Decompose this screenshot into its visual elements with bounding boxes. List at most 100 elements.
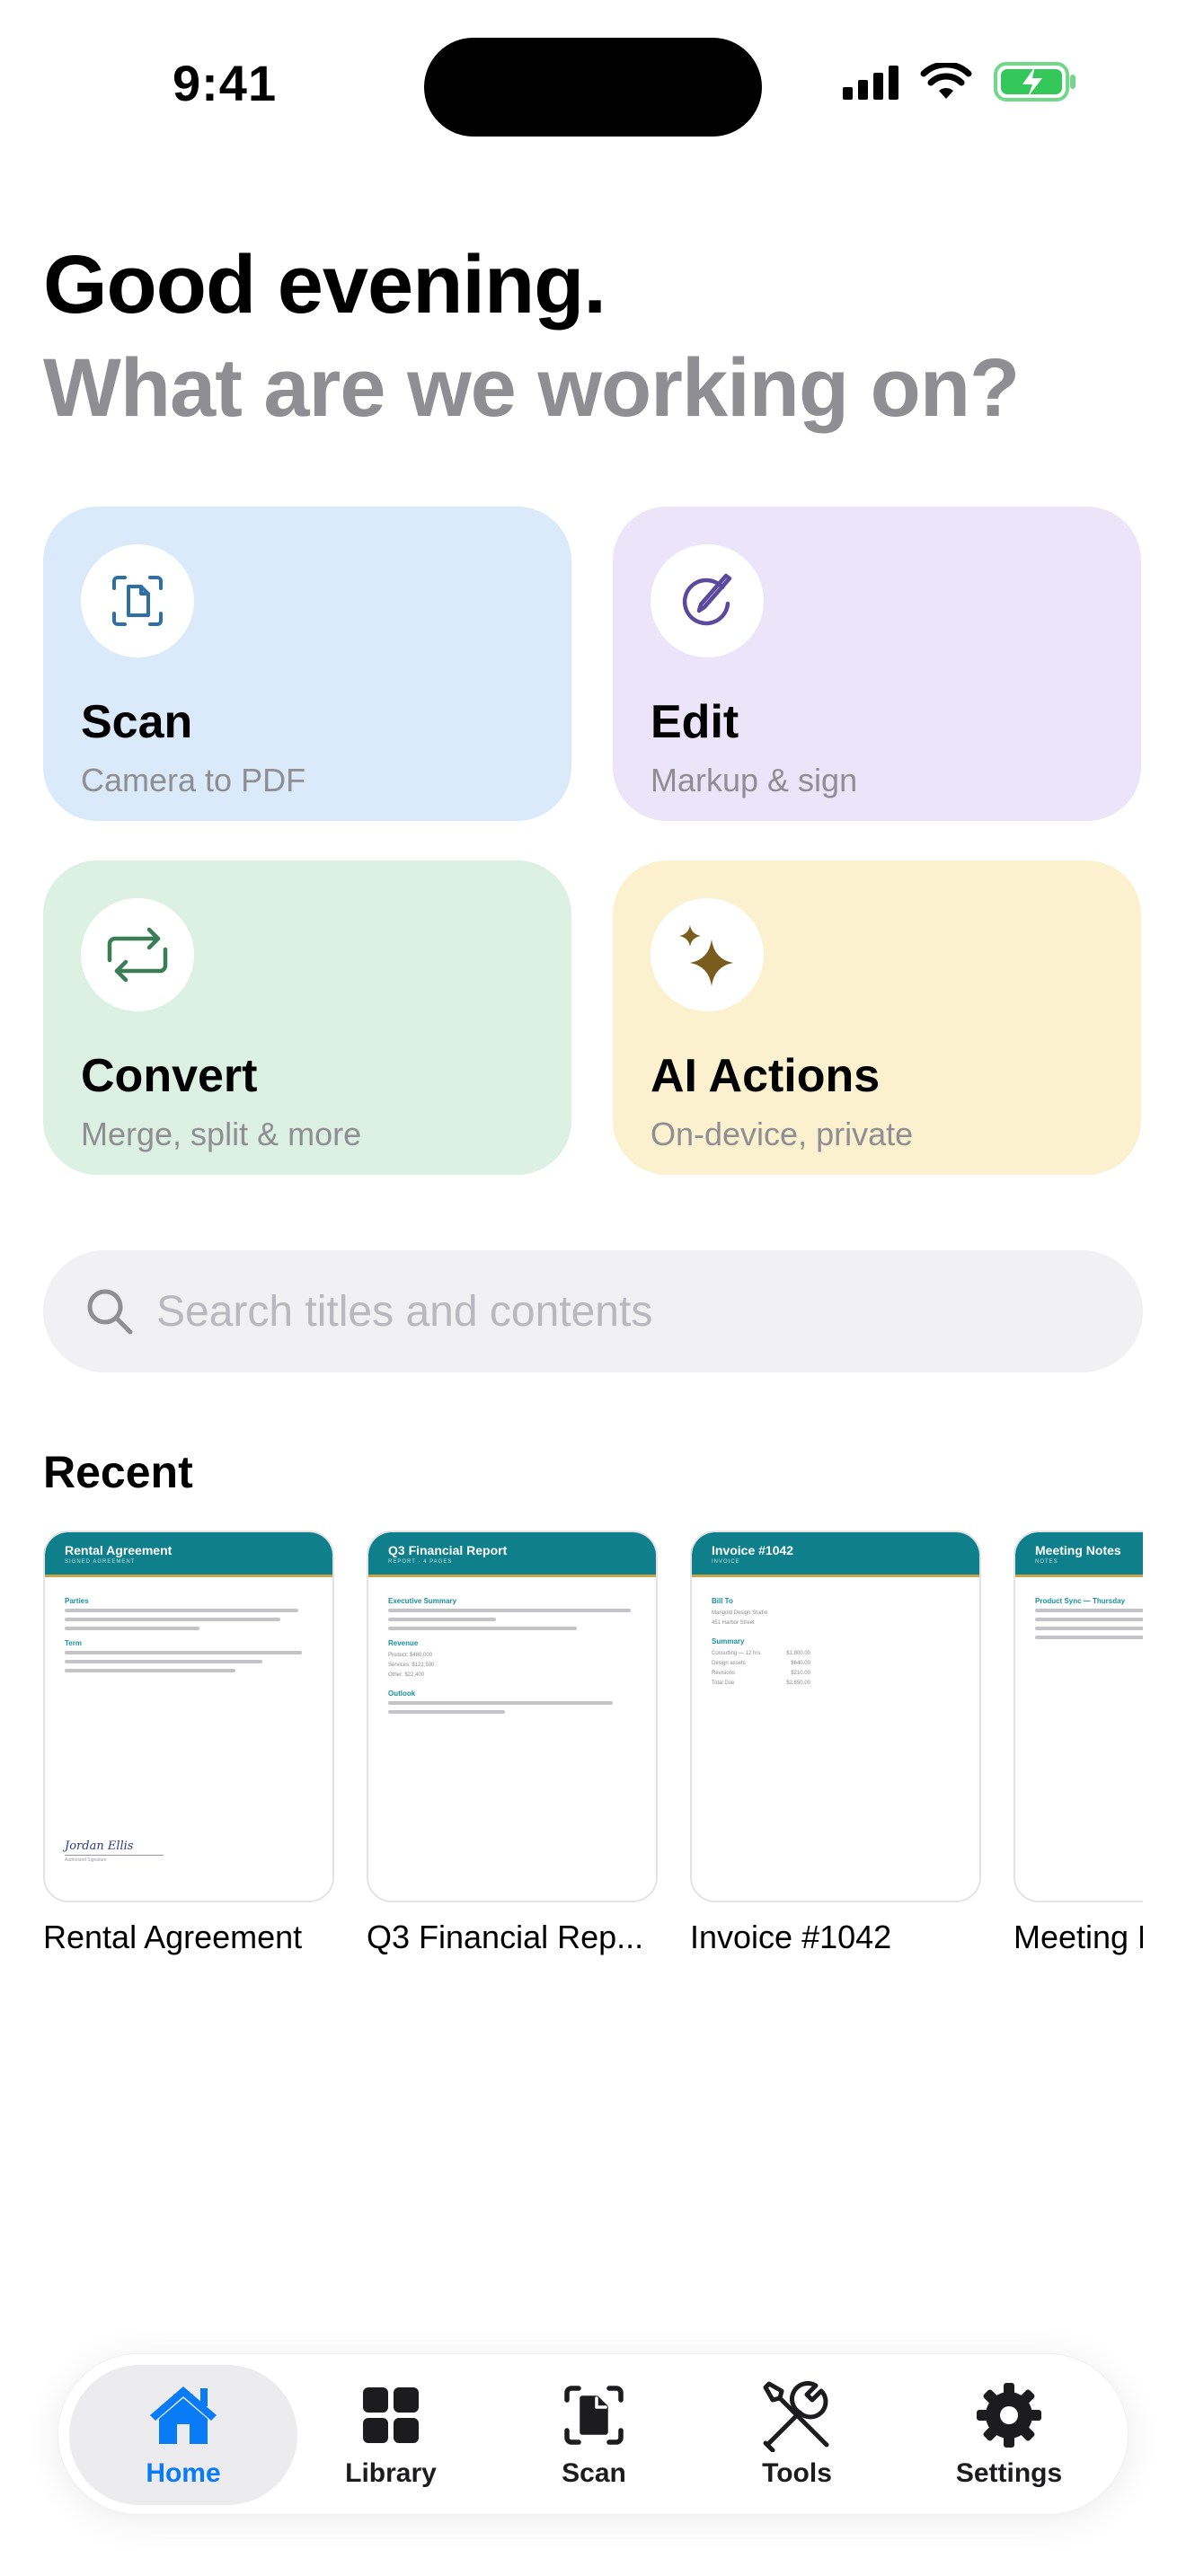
thumbnail-section: Executive Summary bbox=[388, 1597, 457, 1605]
thumbnail-header: Meeting Notes NOTES bbox=[1015, 1532, 1143, 1577]
recent-document-meeting-notes[interactable]: Meeting Notes NOTES Product Sync — Thurs… bbox=[1013, 1531, 1143, 1956]
thumbnail-signature: Jordan Ellis Authorized Signature bbox=[65, 1839, 164, 1863]
gear-icon bbox=[977, 2383, 1041, 2448]
recent-document-invoice-1042[interactable]: Invoice #1042 INVOICE Bill To Marigold D… bbox=[690, 1531, 981, 1956]
action-title: Scan bbox=[81, 696, 193, 748]
invoice-line-amount: $1,800.00 bbox=[786, 1651, 810, 1656]
search-icon bbox=[87, 1289, 133, 1335]
thumbnail-subtitle: INVOICE bbox=[712, 1559, 740, 1565]
document-thumbnail[interactable]: Rental Agreement SIGNED AGREEMENT Partie… bbox=[43, 1531, 334, 1902]
wifi-icon bbox=[920, 63, 972, 99]
tab-scan[interactable]: Scan bbox=[513, 2365, 675, 2505]
grid-icon bbox=[363, 2387, 419, 2443]
action-subtitle: Merge, split & more bbox=[81, 1116, 362, 1152]
document-name: Meeting Notes bbox=[1013, 1919, 1143, 1955]
tab-label: Settings bbox=[955, 2458, 1063, 2488]
invoice-line-amount: $640.00 bbox=[791, 1661, 810, 1666]
greeting-subtitle: What are we working on? bbox=[43, 342, 1020, 434]
greeting: Good evening. What are we working on? bbox=[43, 235, 1143, 442]
action-subtitle: Camera to PDF bbox=[81, 762, 306, 798]
action-card-ai-actions[interactable]: AI Actions On-device, private bbox=[613, 860, 1141, 1175]
tab-label: Tools bbox=[762, 2458, 832, 2488]
thumbnail-figure: Other: $22,400 bbox=[388, 1672, 425, 1678]
action-icon-circle bbox=[651, 898, 764, 1011]
action-card-convert[interactable]: Convert Merge, split & more bbox=[43, 860, 571, 1175]
action-title: AI Actions bbox=[651, 1050, 881, 1102]
recent-documents-strip[interactable]: Rental Agreement SIGNED AGREEMENT Partie… bbox=[43, 1531, 1143, 1962]
signature-text: Jordan Ellis bbox=[65, 1839, 134, 1853]
invoice-line: Revisions $210.00 bbox=[712, 1669, 810, 1679]
invoice-line-label: Total Due bbox=[712, 1681, 735, 1686]
thumbnail-title: Rental Agreement bbox=[65, 1543, 173, 1557]
dynamic-island bbox=[424, 38, 762, 137]
thumbnail-section: Summary bbox=[712, 1637, 745, 1645]
invoice-line: Total Due $2,650.00 bbox=[712, 1679, 810, 1689]
invoice-line: Consulting — 12 hrs $1,800.00 bbox=[712, 1649, 810, 1659]
recent-document-q3-financial-report[interactable]: Q3 Financial Report REPORT · 4 PAGES Exe… bbox=[367, 1531, 658, 1956]
recent-document-rental-agreement[interactable]: Rental Agreement SIGNED AGREEMENT Partie… bbox=[43, 1531, 334, 1956]
thumbnail-title: Invoice #1042 bbox=[712, 1543, 794, 1557]
cellular-signal-icon bbox=[843, 64, 898, 100]
thumbnail-section: Term bbox=[65, 1639, 82, 1647]
thumbnail-header: Q3 Financial Report REPORT · 4 PAGES bbox=[368, 1532, 656, 1577]
thumbnail-section: Revenue bbox=[388, 1639, 419, 1647]
thumbnail-section: Outlook bbox=[388, 1689, 416, 1698]
document-name: Q3 Financial Rep... bbox=[367, 1919, 644, 1955]
action-icon-circle bbox=[651, 544, 764, 657]
thumbnail-body: Product Sync — Thursday bbox=[1015, 1577, 1143, 1664]
action-icon-circle bbox=[81, 544, 194, 657]
signature-caption: Authorized Signature bbox=[65, 1857, 107, 1863]
invoice-line-label: Consulting — 12 hrs bbox=[712, 1651, 761, 1656]
action-subtitle: Markup & sign bbox=[651, 762, 858, 798]
invoice-line: Design assets $640.00 bbox=[712, 1659, 810, 1669]
search-bar[interactable] bbox=[43, 1250, 1143, 1372]
status-bar: 9:41 bbox=[0, 0, 1186, 153]
sparkles-icon bbox=[679, 925, 733, 986]
tab-library[interactable]: Library bbox=[310, 2365, 472, 2505]
invoice-line-label: Design assets bbox=[712, 1661, 746, 1666]
thumbnail-title: Meeting Notes bbox=[1035, 1543, 1121, 1557]
action-card-edit[interactable]: Edit Markup & sign bbox=[613, 507, 1141, 821]
document-thumbnail[interactable]: Meeting Notes NOTES Product Sync — Thurs… bbox=[1013, 1531, 1143, 1902]
status-icons bbox=[843, 61, 1078, 102]
thumbnail-subtitle: SIGNED AGREEMENT bbox=[65, 1559, 136, 1565]
status-time: 9:41 bbox=[173, 55, 278, 111]
invoice-line-amount: $210.00 bbox=[791, 1671, 810, 1676]
action-title: Edit bbox=[651, 696, 739, 748]
action-card-scan[interactable]: Scan Camera to PDF bbox=[43, 507, 571, 821]
tab-label: Home bbox=[146, 2458, 221, 2488]
thumbnail-header: Rental Agreement SIGNED AGREEMENT bbox=[45, 1532, 332, 1577]
invoice-line-label: Revisions bbox=[712, 1671, 736, 1676]
pen-circle-icon bbox=[682, 573, 732, 626]
document-thumbnail[interactable]: Q3 Financial Report REPORT · 4 PAGES Exe… bbox=[367, 1531, 658, 1902]
tools-icon bbox=[763, 2381, 829, 2452]
document-name: Rental Agreement bbox=[43, 1919, 303, 1955]
tab-settings[interactable]: Settings bbox=[919, 2365, 1099, 2505]
tab-label: Library bbox=[345, 2458, 437, 2488]
thumbnail-header: Invoice #1042 INVOICE bbox=[692, 1532, 979, 1577]
house-icon bbox=[150, 2386, 217, 2444]
thumbnail-body: Bill To Marigold Design Studio 451 Harbo… bbox=[692, 1577, 979, 1708]
thumbnail-body: Parties Term bbox=[45, 1577, 332, 1698]
invoice-line-amount: $2,650.00 bbox=[786, 1681, 810, 1686]
battery-charging-icon bbox=[994, 62, 1075, 101]
scan-icon bbox=[564, 2386, 624, 2445]
thumbnail-figure: Product: $480,000 bbox=[388, 1653, 433, 1658]
tab-tools[interactable]: Tools bbox=[716, 2365, 878, 2505]
search-input[interactable] bbox=[156, 1250, 1109, 1372]
recent-section-title: Recent bbox=[43, 1447, 193, 1497]
action-icon-circle bbox=[81, 898, 194, 1011]
greeting-title: Good evening. bbox=[43, 239, 606, 331]
document-thumbnail[interactable]: Invoice #1042 INVOICE Bill To Marigold D… bbox=[690, 1531, 981, 1902]
thumbnail-subtitle: REPORT · 4 PAGES bbox=[388, 1559, 453, 1565]
bill-to-line: 451 Harbor Street bbox=[712, 1620, 755, 1626]
thumbnail-body: Executive Summary Revenue Product: $480,… bbox=[368, 1577, 656, 1739]
thumbnail-subtitle: NOTES bbox=[1035, 1559, 1058, 1565]
convert-arrows-icon bbox=[107, 927, 168, 983]
action-subtitle: On-device, private bbox=[651, 1116, 914, 1152]
thumbnail-section: Parties bbox=[65, 1597, 89, 1605]
tab-bar: Home Library Scan Tools Settings bbox=[58, 2353, 1128, 2515]
tab-home[interactable]: Home bbox=[69, 2365, 297, 2505]
bill-to-line: Marigold Design Studio bbox=[712, 1610, 768, 1616]
scan-document-icon bbox=[112, 576, 163, 626]
